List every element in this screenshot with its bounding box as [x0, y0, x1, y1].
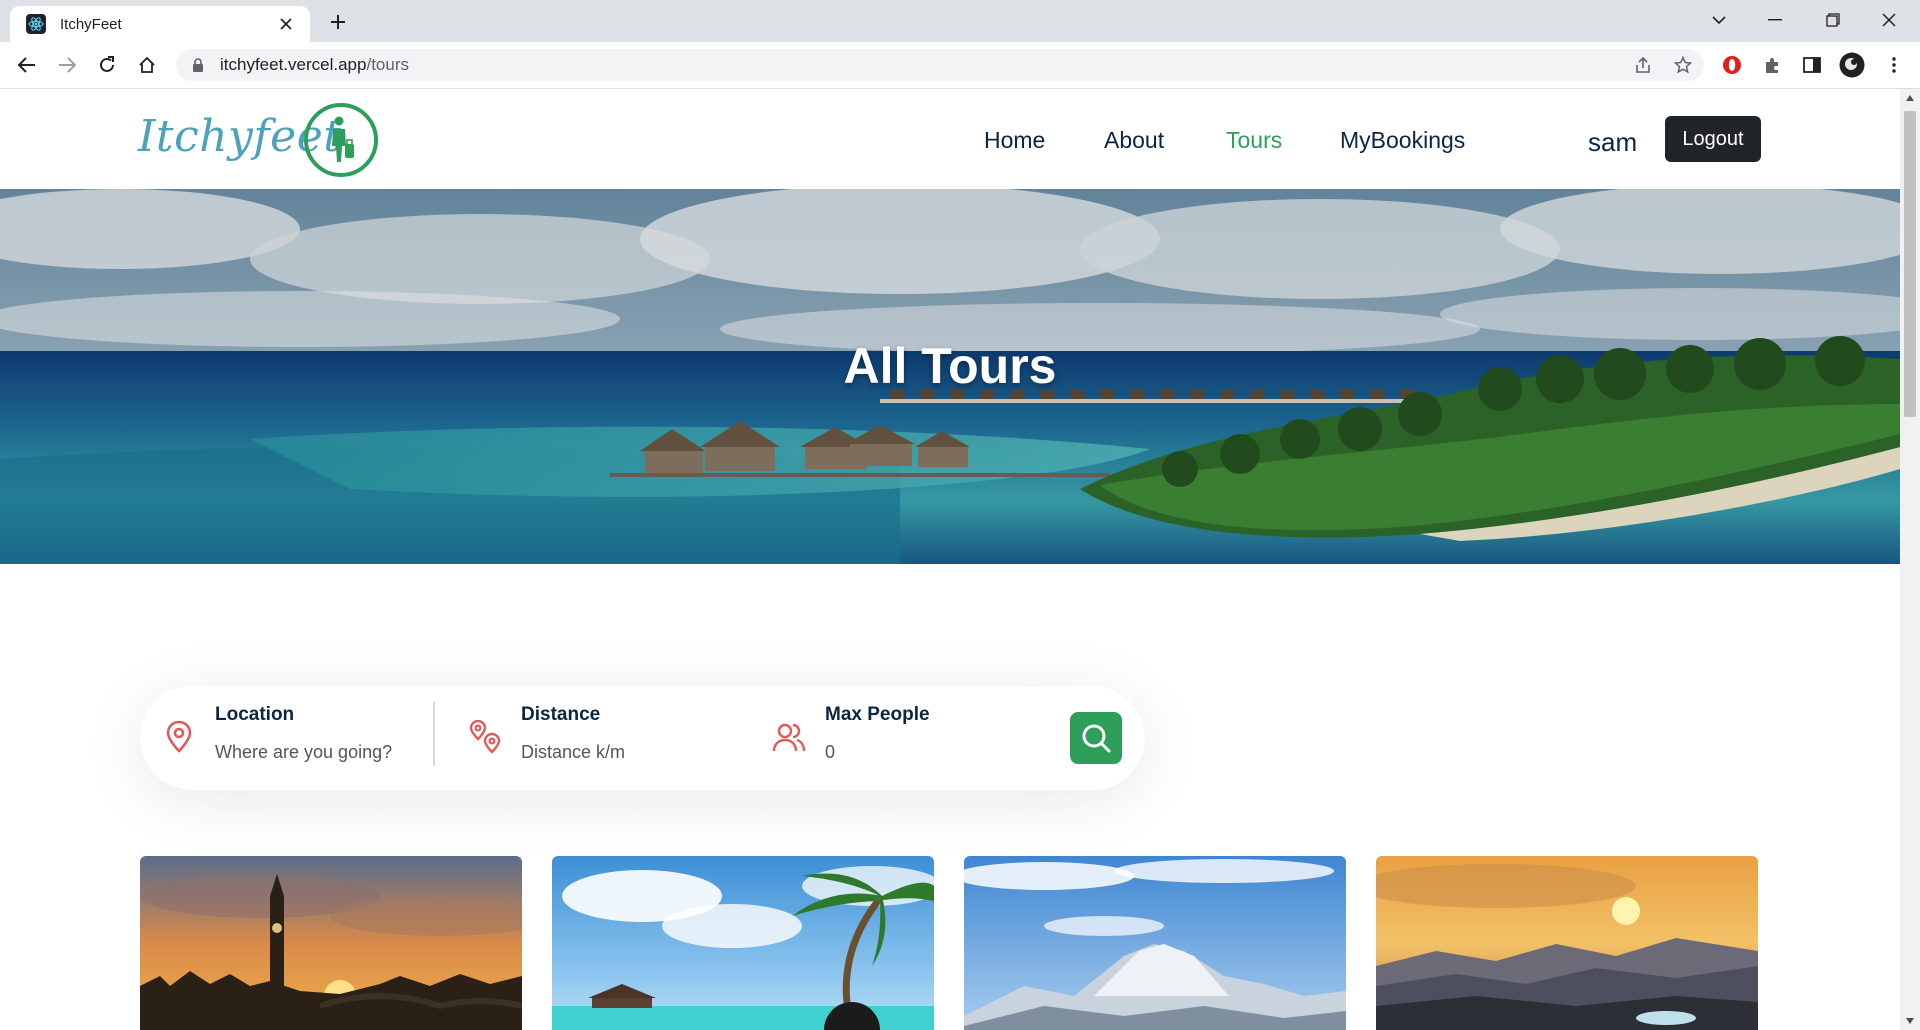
- scroll-thumb[interactable]: [1904, 111, 1916, 417]
- close-window-icon[interactable]: [1866, 6, 1912, 34]
- location-label: Location: [215, 704, 295, 725]
- new-tab-plus-icon[interactable]: [324, 8, 352, 36]
- search-bar: Location Distance Max People: [140, 686, 1145, 790]
- site-header: Itchyfeet Home About Tours MyBookings sa…: [0, 89, 1900, 189]
- max-people-label: Max People: [825, 704, 930, 725]
- browser-tabstrip: ItchyFeet: [0, 0, 1920, 42]
- tour-card-image[interactable]: [1376, 856, 1758, 1030]
- address-bar[interactable]: itchyfeet.vercel.app/tours: [176, 49, 1704, 81]
- logout-button[interactable]: Logout: [1665, 116, 1761, 162]
- search-divider: [433, 702, 435, 766]
- side-panel-icon[interactable]: [1797, 50, 1827, 80]
- tropical-beach-image: [552, 856, 934, 1030]
- tab-search-chevron-icon[interactable]: [1696, 6, 1742, 34]
- distance-field: Distance: [468, 704, 731, 772]
- hill-sunset-image: [1376, 856, 1758, 1030]
- nav-home[interactable]: Home: [984, 127, 1045, 154]
- nav-mybookings[interactable]: MyBookings: [1340, 127, 1465, 154]
- nav-tours[interactable]: Tours: [1226, 127, 1282, 154]
- back-arrow-icon[interactable]: [12, 50, 42, 80]
- username-label: sam: [1588, 127, 1638, 157]
- location-field: Location: [162, 704, 432, 772]
- reload-icon[interactable]: [92, 50, 122, 80]
- distance-input[interactable]: [521, 738, 731, 766]
- scroll-down-icon[interactable]: [1905, 1016, 1915, 1026]
- route-pins-icon: [469, 720, 501, 754]
- page-scrollbar[interactable]: [1900, 89, 1920, 1030]
- url-host: itchyfeet.vercel.app: [220, 55, 367, 74]
- url-path: /tours: [366, 55, 409, 74]
- group-users-icon: [772, 723, 806, 752]
- max-people-input[interactable]: [825, 738, 1035, 766]
- location-input[interactable]: [215, 738, 425, 766]
- scroll-up-icon[interactable]: [1905, 93, 1915, 103]
- page-viewport: Itchyfeet Home About Tours MyBookings sa…: [0, 89, 1900, 1030]
- profile-avatar[interactable]: [1837, 50, 1867, 80]
- extensions-puzzle-icon[interactable]: [1757, 50, 1787, 80]
- distance-label: Distance: [521, 704, 601, 725]
- home-icon[interactable]: [132, 50, 162, 80]
- forward-arrow-icon[interactable]: [52, 50, 82, 80]
- city-sunset-image: [140, 856, 522, 1030]
- search-button[interactable]: [1070, 712, 1122, 764]
- minimize-icon[interactable]: [1752, 6, 1798, 34]
- tab-close-icon[interactable]: [272, 10, 300, 38]
- hero-banner: All Tours: [0, 189, 1900, 564]
- browser-menu-kebab-icon[interactable]: [1879, 50, 1909, 80]
- tour-card-image[interactable]: [140, 856, 522, 1030]
- react-favicon-icon: [26, 14, 46, 34]
- opera-extension-icon[interactable]: [1717, 50, 1747, 80]
- search-icon: [1082, 724, 1111, 753]
- traveler-logo-icon[interactable]: [304, 103, 378, 177]
- page-title: All Tours: [843, 338, 1057, 394]
- share-icon[interactable]: [1628, 50, 1658, 80]
- snowy-mountain-image: [964, 856, 1346, 1030]
- lock-icon: [190, 57, 206, 73]
- browser-toolbar: itchyfeet.vercel.app/tours: [0, 42, 1920, 89]
- bookmark-star-icon[interactable]: [1668, 50, 1698, 80]
- tour-card-image[interactable]: [964, 856, 1346, 1030]
- browser-tab[interactable]: ItchyFeet: [10, 6, 310, 42]
- tour-card-image[interactable]: [552, 856, 934, 1030]
- nav-about[interactable]: About: [1104, 127, 1164, 154]
- url-text: itchyfeet.vercel.app/tours: [220, 55, 409, 75]
- location-pin-icon: [166, 720, 192, 753]
- tab-title: ItchyFeet: [60, 15, 122, 33]
- max-people-field: Max People: [772, 704, 1035, 772]
- restore-icon[interactable]: [1810, 6, 1856, 34]
